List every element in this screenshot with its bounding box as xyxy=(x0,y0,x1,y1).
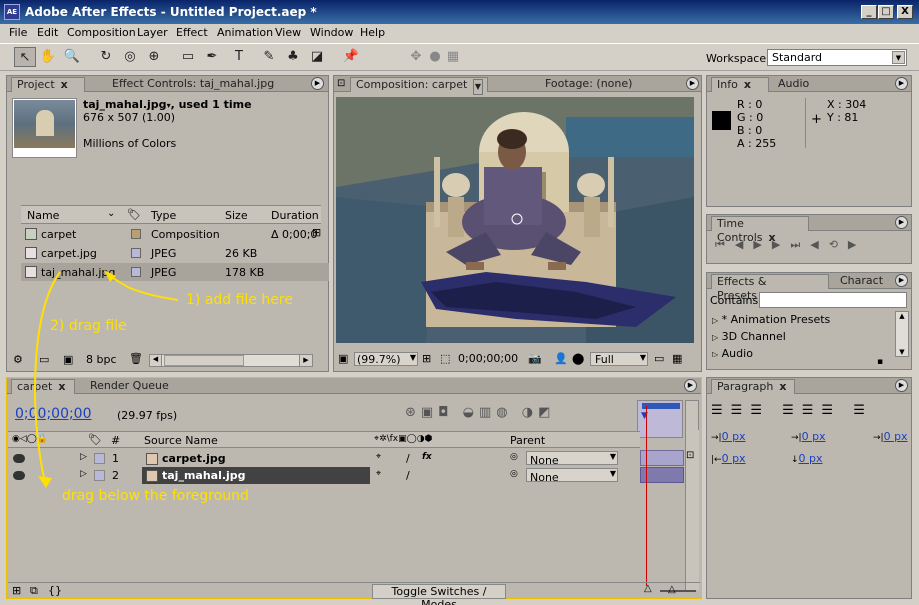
annotation-add-file: 1) add file here xyxy=(186,292,293,308)
annotation-drag-below: drag below the foreground xyxy=(62,488,249,504)
annotation-drag-file: 2) drag file xyxy=(50,318,127,334)
annotation-arrows xyxy=(34,270,179,488)
